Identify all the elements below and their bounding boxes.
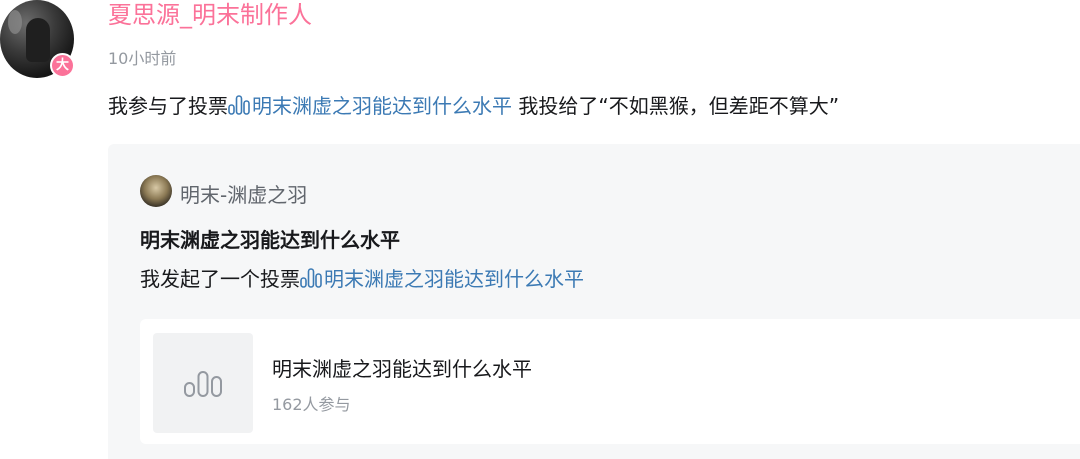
avatar-image-detail <box>8 10 22 34</box>
quoted-body-prefix: 我发起了一个投票 <box>140 267 300 291</box>
quoted-vote-link[interactable]: 明末渊虚之羽能达到什么水平 <box>300 267 584 291</box>
bar-chart-icon <box>184 371 222 397</box>
vote-link-label: 明末渊虚之羽能达到什么水平 <box>252 94 512 118</box>
avatar-image-figure <box>26 18 50 62</box>
vote-link[interactable]: 明末渊虚之羽能达到什么水平 <box>228 94 512 118</box>
quoted-post[interactable]: 明末-渊虚之羽 明末渊虚之羽能达到什么水平 我发起了一个投票 明末渊虚之羽能达到什… <box>108 144 1080 459</box>
vote-card-title[interactable]: 明末渊虚之羽能达到什么水平 <box>272 353 532 382</box>
username[interactable]: 夏思源_明末制作人 <box>108 0 312 30</box>
quoted-vote-link-label: 明末渊虚之羽能达到什么水平 <box>324 267 584 291</box>
quoted-author-name[interactable]: 明末-渊虚之羽 <box>180 179 307 208</box>
post-suffix: 我投给了“不如黑猴，但差距不算大” <box>512 94 840 118</box>
quoted-author-avatar[interactable] <box>140 175 172 207</box>
bar-chart-icon <box>300 268 322 288</box>
post-time: 10小时前 <box>108 49 177 68</box>
post-prefix: 我参与了投票 <box>108 94 228 118</box>
vote-card[interactable]: 明末渊虚之羽能达到什么水平 162人参与 <box>140 319 1080 444</box>
bar-chart-icon <box>228 95 250 115</box>
quoted-post-title[interactable]: 明末渊虚之羽能达到什么水平 <box>140 224 400 253</box>
vip-badge-icon: 大 <box>50 53 75 78</box>
vote-card-thumbnail <box>153 333 253 433</box>
quoted-post-body: 我发起了一个投票 明末渊虚之羽能达到什么水平 <box>140 265 584 293</box>
post-text: 我参与了投票 明末渊虚之羽能达到什么水平 我投给了“不如黑猴，但差距不算大” <box>108 92 839 120</box>
vote-card-participants: 162人参与 <box>272 395 351 414</box>
